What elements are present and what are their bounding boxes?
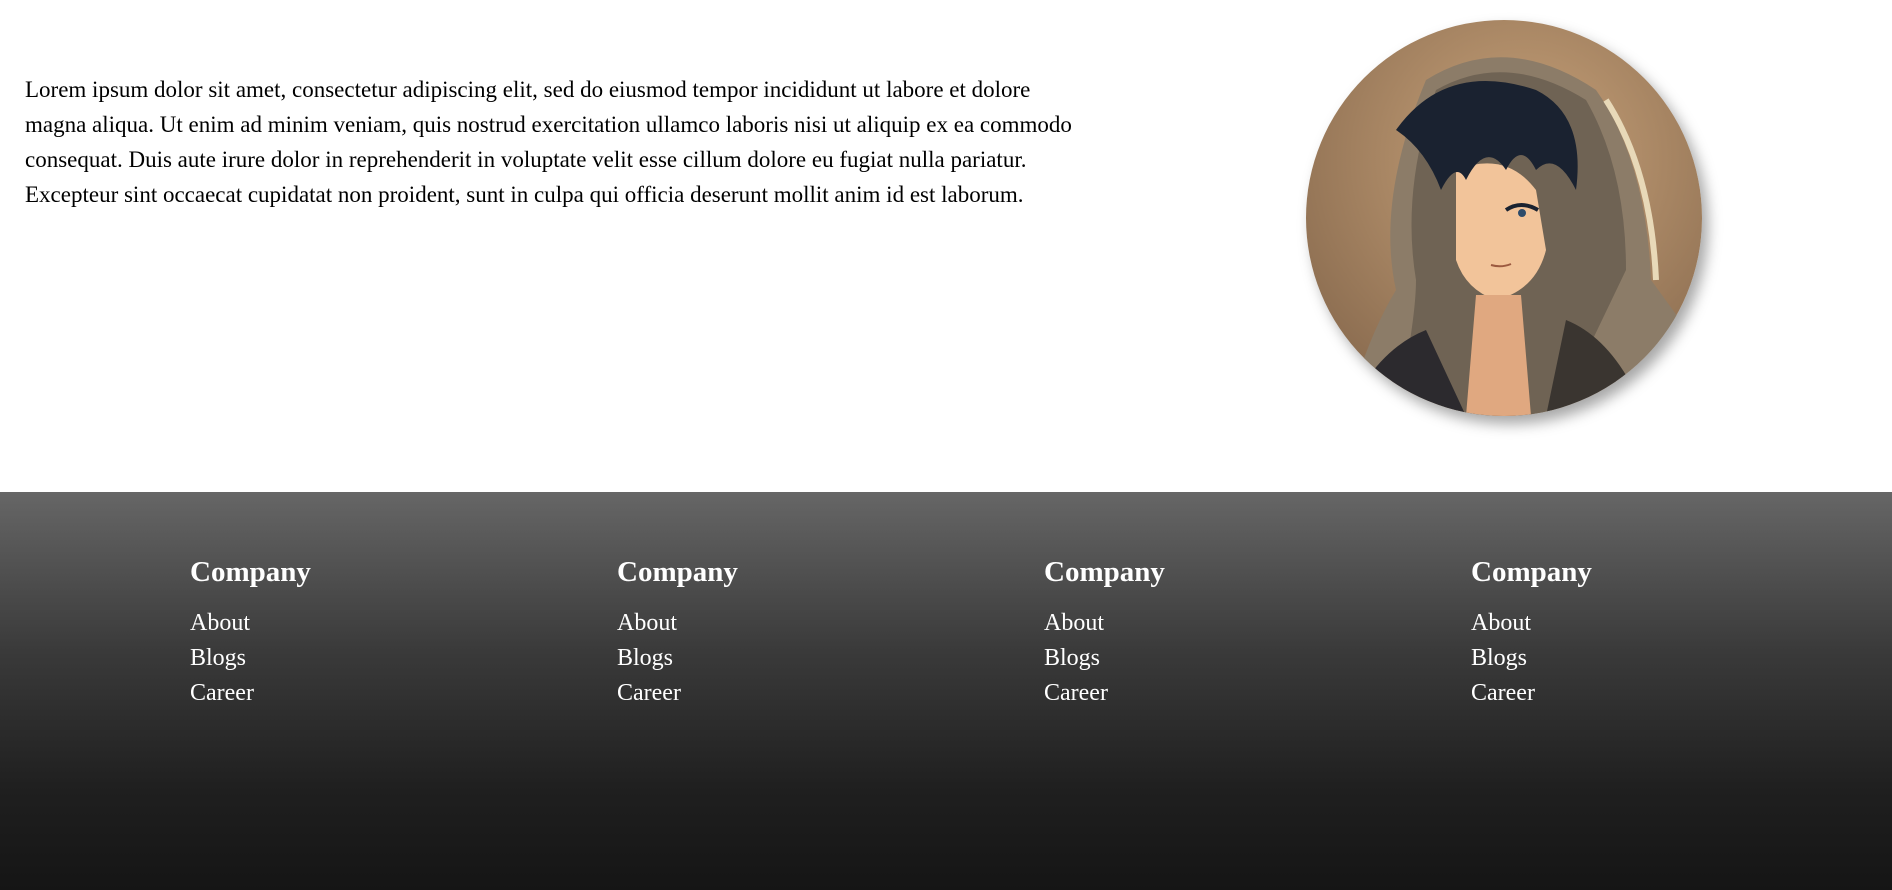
footer-link-blogs[interactable]: Blogs — [190, 641, 490, 676]
avatar-image — [1306, 20, 1702, 416]
footer-link-list: About Blogs Career — [190, 606, 490, 711]
footer: Company About Blogs Career Company About… — [0, 492, 1892, 890]
footer-column-title: Company — [617, 556, 738, 588]
footer-column: Company About Blogs Career — [1044, 552, 1344, 711]
footer-link-list: About Blogs Career — [1044, 606, 1344, 711]
footer-column-title: Company — [1471, 556, 1592, 588]
footer-column: Company About Blogs Career — [1471, 552, 1771, 711]
footer-link-list: About Blogs Career — [617, 606, 917, 711]
footer-link-about[interactable]: About — [1044, 606, 1344, 641]
footer-link-career[interactable]: Career — [190, 676, 490, 711]
footer-link-blogs[interactable]: Blogs — [1044, 641, 1344, 676]
footer-link-career[interactable]: Career — [617, 676, 917, 711]
footer-column: Company About Blogs Career — [617, 552, 917, 711]
footer-link-about[interactable]: About — [190, 606, 490, 641]
footer-column-title: Company — [1044, 556, 1165, 588]
footer-column: Company About Blogs Career — [190, 552, 490, 711]
footer-link-list: About Blogs Career — [1471, 606, 1771, 711]
hero-section: Lorem ipsum dolor sit amet, consectetur … — [0, 0, 1892, 492]
intro-paragraph: Lorem ipsum dolor sit amet, consectetur … — [25, 77, 1072, 207]
footer-link-about[interactable]: About — [617, 606, 917, 641]
footer-link-career[interactable]: Career — [1471, 676, 1771, 711]
footer-link-career[interactable]: Career — [1044, 676, 1344, 711]
footer-link-blogs[interactable]: Blogs — [617, 641, 917, 676]
anime-portrait-icon — [1306, 20, 1702, 416]
footer-link-blogs[interactable]: Blogs — [1471, 641, 1771, 676]
footer-link-about[interactable]: About — [1471, 606, 1771, 641]
footer-column-title: Company — [190, 556, 311, 588]
